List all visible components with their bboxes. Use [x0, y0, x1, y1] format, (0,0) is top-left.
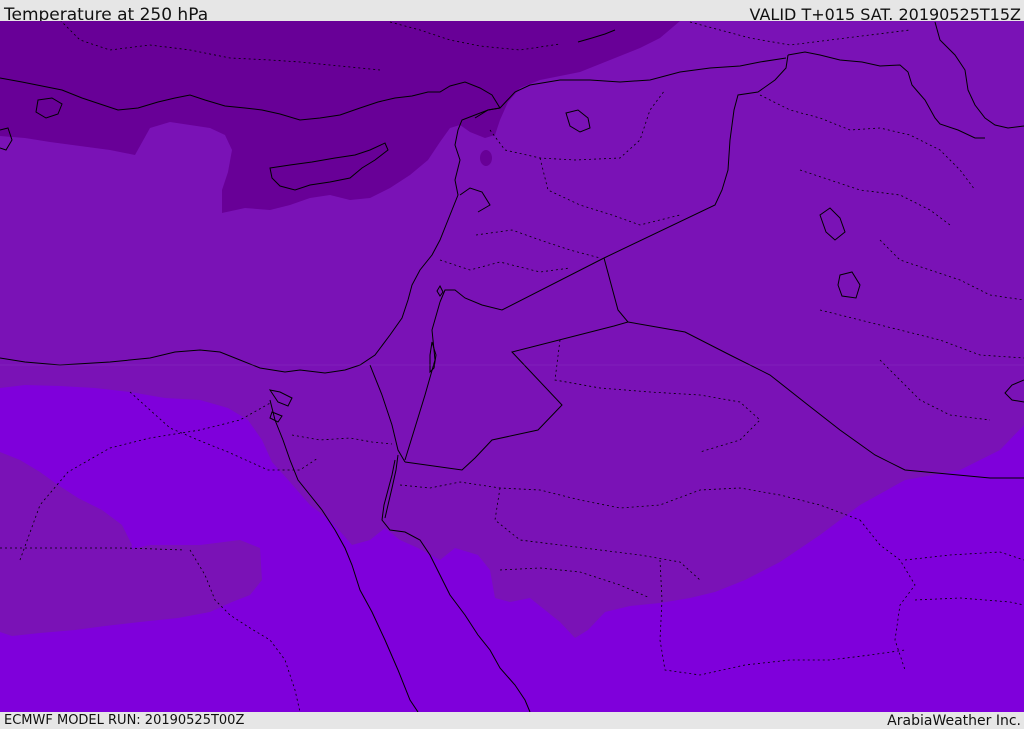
model-run-label: ECMWF MODEL RUN: 20190525T00Z: [4, 713, 245, 728]
map-canvas: [0, 21, 1024, 712]
cold-cell-small: [480, 150, 492, 166]
map-title: Temperature at 250 hPa: [4, 5, 209, 21]
temperature-map: [0, 21, 1024, 712]
footer-bar: ECMWF MODEL RUN: 20190525T00Z ArabiaWeat…: [0, 712, 1024, 729]
weather-map-frame: Temperature at 250 hPa VALID T+015 SAT. …: [0, 0, 1024, 729]
header-bar: Temperature at 250 hPa VALID T+015 SAT. …: [0, 0, 1024, 21]
credit-label: ArabiaWeather Inc.: [887, 713, 1021, 729]
valid-time: VALID T+015 SAT. 20190525T15Z: [749, 5, 1021, 21]
